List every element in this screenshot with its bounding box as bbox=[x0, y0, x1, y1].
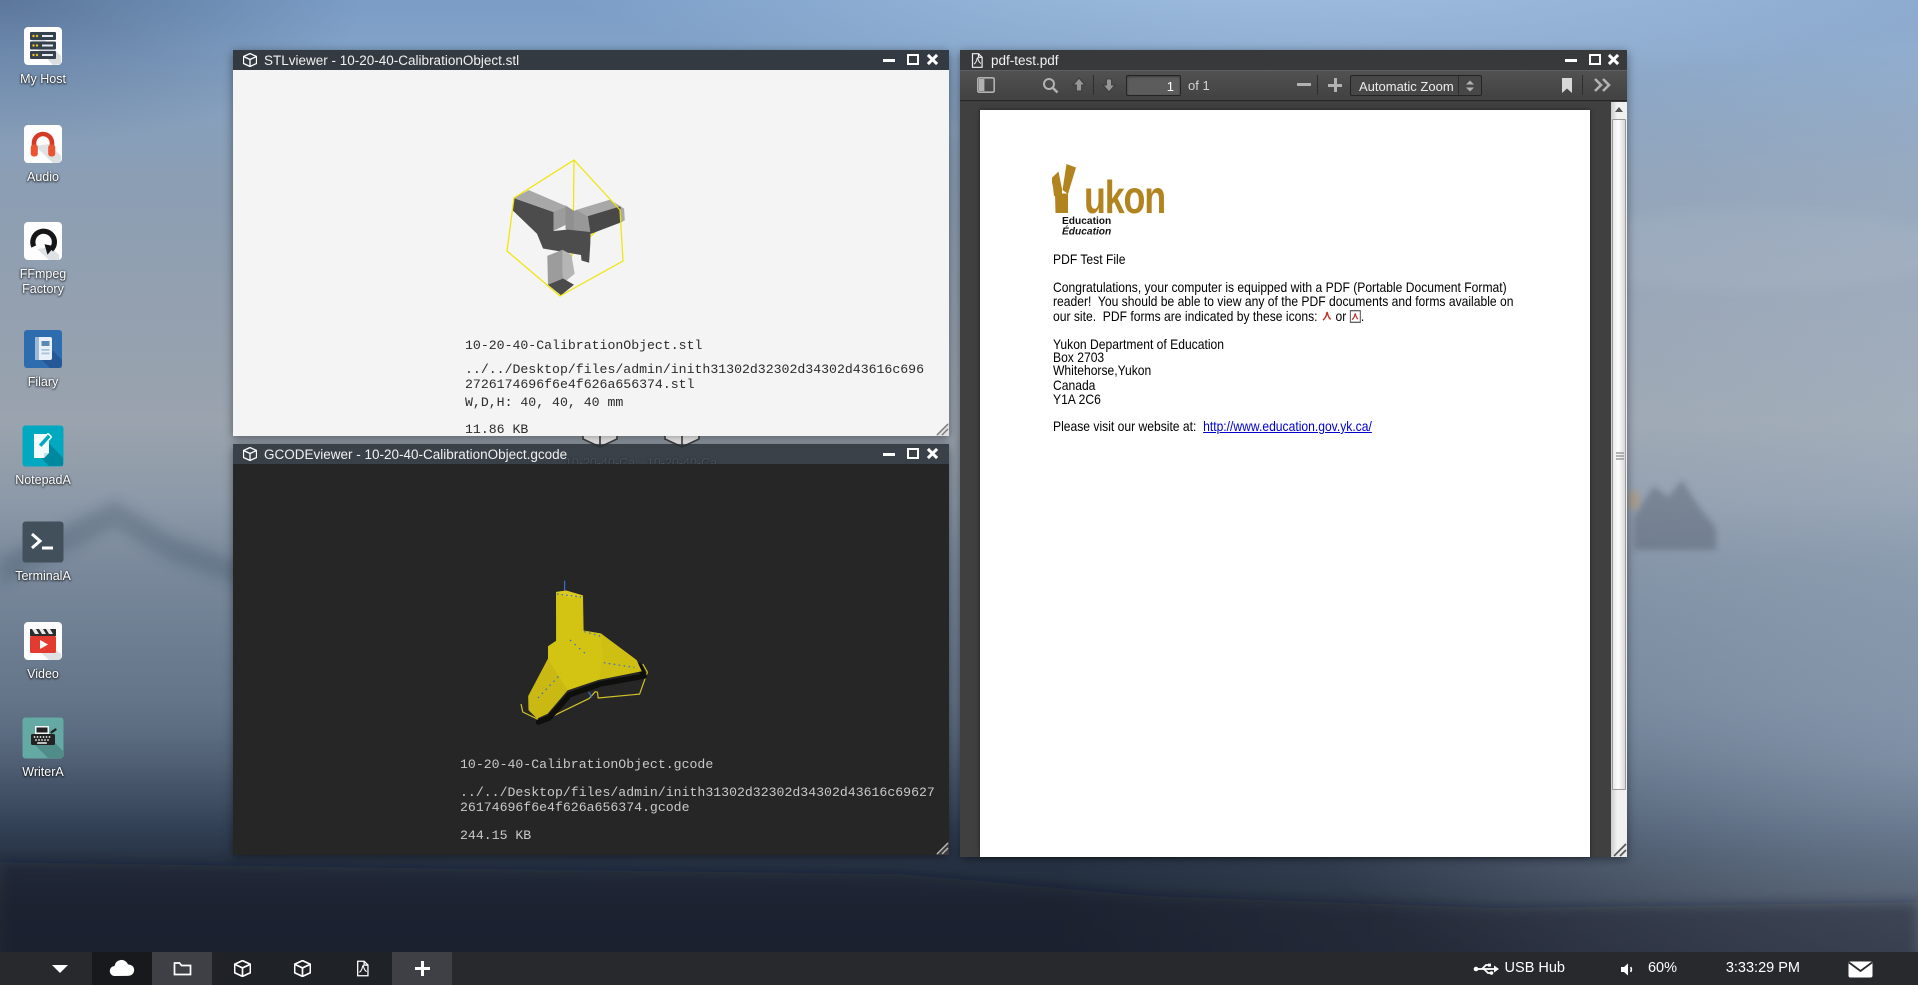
svg-text:Éducation: Éducation bbox=[1062, 225, 1111, 238]
svg-text:Education: Education bbox=[1062, 216, 1111, 227]
